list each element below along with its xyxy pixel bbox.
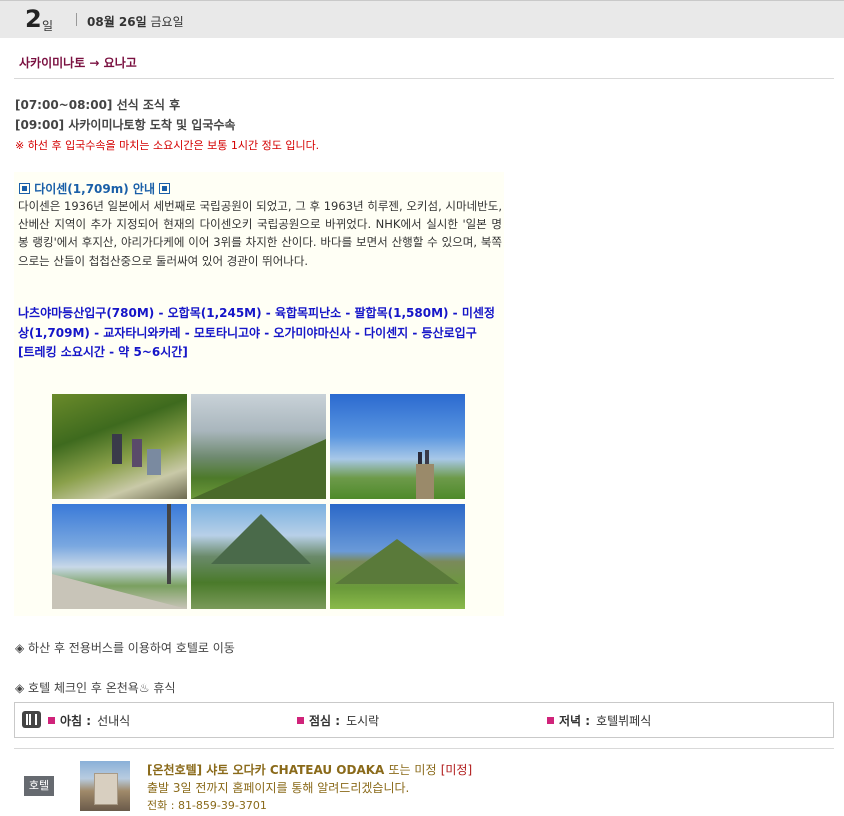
note-line: ◈ 하산 후 전용버스를 이용하여 호텔로 이동 [15, 641, 235, 655]
hotel-name[interactable]: [온천호텔] 샤토 오다카 CHATEAU ODAKA 또는 미정 [미정] [147, 761, 472, 778]
meal-value: 도시락 [346, 714, 380, 728]
mountain-photo [52, 394, 187, 499]
day-number: 2 [25, 5, 42, 33]
hotel-status: [미정] [440, 763, 473, 777]
trekking-duration: [트레킹 소요시간 - 약 5~6시간] [18, 345, 188, 360]
fork-knife-icon [22, 711, 41, 728]
mountain-photo [52, 504, 187, 609]
day-date: 08월 26일 금요일 [87, 13, 184, 30]
day-unit: 일 [42, 19, 54, 33]
date-text: 08월 26일 [87, 15, 147, 29]
hotel-badge: 호텔 [24, 776, 54, 796]
section-title-text: 다이센(1,709m) 안내 [34, 182, 155, 196]
meal-dinner: 저녁 : 호텔뷔페식 [547, 712, 651, 729]
meal-info-box: 아침 : 선내식 점심 : 도시락 저녁 : 호텔뷔페식 [14, 702, 834, 738]
meal-breakfast: 아침 : 선내식 [48, 712, 130, 729]
route-divider [14, 78, 834, 79]
meal-value: 호텔뷔페식 [596, 714, 652, 728]
square-bullet-icon [19, 183, 30, 194]
mountain-photo [330, 504, 465, 609]
pink-square-icon [297, 717, 304, 724]
square-bullet-icon [159, 183, 171, 194]
mountain-photo [191, 394, 326, 499]
pink-square-icon [547, 717, 554, 724]
schedule-item: [09:00] 사카이미나토항 도착 및 입국수속 [15, 118, 236, 132]
itinerary-day-page: 2 일 08월 26일 금요일 사카이미나토 → 요나고 [07:00~08:0… [0, 0, 844, 816]
hotel-name-main[interactable]: [온천호텔] 샤토 오다카 CHATEAU ODAKA [147, 763, 384, 777]
meal-label: 아침 : [60, 714, 92, 728]
pink-square-icon [48, 717, 55, 724]
hotel-divider [14, 748, 834, 749]
trekking-course: 나츠야마등산입구(780M) - 오합목(1,245M) - 육합목피난소 - … [18, 304, 504, 363]
route-title: 사카이미나토 → 요나고 [19, 56, 137, 70]
meal-label: 점심 : [309, 714, 341, 728]
section-description: 다이센은 1936년 일본에서 세번째로 국립공원이 되었고, 그 후 1963… [18, 199, 502, 268]
hotel-name-alt: 또는 미정 [388, 763, 437, 777]
weekday-text: 금요일 [150, 15, 184, 29]
hotel-phone: 전화 : 81-859-39-3701 [147, 799, 267, 812]
course-route: 나츠야마등산입구(780M) - 오합목(1,245M) - 육합목피난소 - … [18, 306, 495, 340]
hotel-note: 출발 3일 전까지 홈페이지를 통해 알려드리겠습니다. [147, 781, 410, 795]
meal-value: 선내식 [97, 714, 131, 728]
hotel-photo[interactable] [80, 761, 130, 811]
notice-text: ※ 하선 후 입국수속을 마치는 소요시간은 보통 1시간 정도 입니다. [15, 139, 320, 152]
mountain-photo [330, 394, 465, 499]
schedule-item: [07:00~08:00] 선식 조식 후 [15, 98, 181, 112]
day-header: 2 일 08월 26일 금요일 [0, 0, 844, 38]
section-title: 다이센(1,709m) 안내 [19, 180, 171, 197]
note-line: ◈ 호텔 체크인 후 온천욕♨ 휴식 [15, 681, 176, 695]
header-divider [76, 13, 77, 26]
meal-label: 저녁 : [559, 714, 591, 728]
mountain-photo [191, 504, 326, 609]
meal-lunch: 점심 : 도시락 [297, 712, 379, 729]
